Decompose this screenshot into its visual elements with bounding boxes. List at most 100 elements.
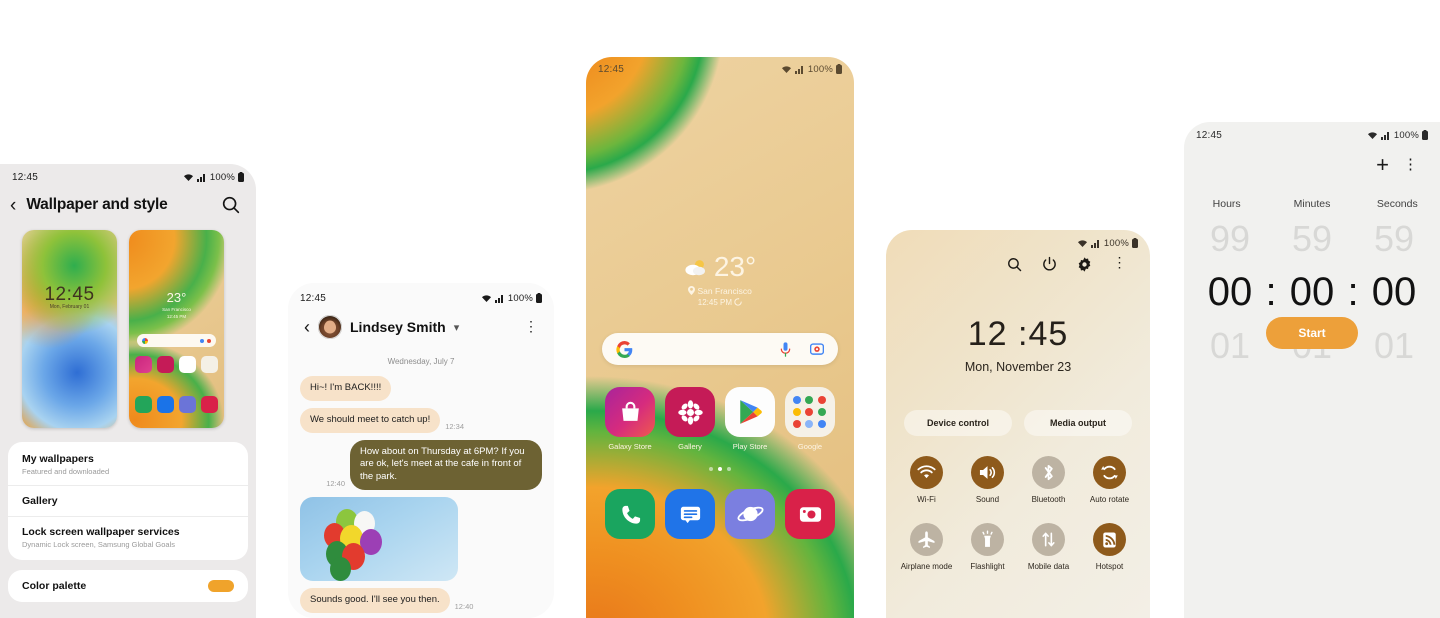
app-label: Gallery [678, 442, 702, 451]
page-dot[interactable] [727, 467, 731, 471]
selected-hours[interactable]: 00 [1196, 270, 1264, 315]
toggle-airplane-mode[interactable]: Airplane mode [899, 523, 955, 572]
lock-screen-preview[interactable]: 12:45 Mon, February 01 [22, 230, 117, 428]
preview-temp: 23° [166, 290, 187, 305]
message-bubble-outgoing[interactable]: How about on Thursday at 6PM? If you are… [350, 439, 542, 491]
message-bubble-incoming[interactable]: Hi~! I'm BACK!!!! [300, 376, 392, 401]
status-indicators: 100% [1077, 238, 1138, 249]
list-item-my-wallpapers[interactable]: My wallpapers Featured and downloaded [8, 444, 248, 485]
list-item-color-palette[interactable]: Color palette [8, 570, 248, 602]
weather-temperature-row: 23° [586, 251, 854, 283]
ghost-hours: 99 [1209, 218, 1251, 259]
toggle-label: Flashlight [970, 562, 1005, 571]
status-indicators: 100% [183, 172, 244, 183]
microphone-icon[interactable] [779, 341, 792, 357]
selected-seconds[interactable]: 00 [1360, 270, 1428, 315]
panel-home-screen: 12:45 100% 23° San Francisco 12:45 PM Ga… [586, 57, 854, 618]
samsung-internet-icon [725, 489, 775, 539]
wifi-icon [1077, 239, 1087, 247]
settings-gear-icon[interactable] [1076, 256, 1093, 273]
media-output-button[interactable]: Media output [1024, 410, 1132, 436]
play-store-icon [725, 387, 775, 437]
plus-icon[interactable]: + [1376, 154, 1389, 176]
hotspot-icon [1093, 523, 1126, 556]
message-timestamp: 12:40 [326, 479, 345, 489]
bluetooth-icon [1032, 456, 1065, 489]
page-dot-active[interactable] [718, 467, 722, 471]
avatar[interactable] [318, 315, 342, 339]
power-icon[interactable] [1041, 256, 1058, 273]
app-bar: ‹ Wallpaper and style [0, 186, 256, 226]
status-bar: 12:45 100% [288, 283, 554, 307]
ghost-seconds: 59 [1373, 218, 1415, 259]
battery-percent: 100% [1393, 129, 1419, 141]
search-icon[interactable] [1006, 256, 1023, 273]
status-indicators: 100% [481, 293, 542, 304]
search-icon[interactable] [220, 194, 242, 216]
timer-selected-row[interactable]: 00 : 00 : 00 [1184, 270, 1440, 315]
start-button[interactable]: Start [1266, 317, 1358, 349]
app-play-store[interactable]: Play Store [724, 387, 776, 451]
toggle-mobile-data[interactable]: Mobile data [1021, 523, 1077, 572]
timer-picker[interactable]: 99 59 59 00 : 00 : 00 01 01 01 Start [1184, 218, 1440, 367]
app-grid: Galaxy Store Gallery Play Store Google [586, 365, 854, 451]
page-dot[interactable] [709, 467, 713, 471]
status-time: 12:45 [12, 171, 39, 183]
app-gallery[interactable]: Gallery [664, 387, 716, 451]
preview-search-bar [137, 334, 216, 347]
airplane-icon [910, 523, 943, 556]
preview-app-row [135, 356, 218, 373]
dock-messages[interactable] [664, 489, 716, 539]
preview-city: San Francisco [162, 307, 191, 312]
message-bubble-incoming[interactable]: We should meet to catch up! [300, 407, 441, 433]
quick-toggle-row-1: Wi-Fi Sound Bluetooth Auto rotate [886, 456, 1150, 505]
google-folder-icon [201, 356, 218, 373]
weather-widget[interactable]: 23° San Francisco 12:45 PM [586, 251, 854, 307]
google-g-icon[interactable] [616, 340, 633, 358]
galaxy-store-icon [135, 356, 152, 373]
back-chevron-icon[interactable]: ‹ [10, 196, 16, 215]
toggle-label: Airplane mode [900, 562, 953, 571]
flashlight-icon [971, 523, 1004, 556]
separator-1: : [1265, 270, 1277, 314]
more-options-icon[interactable]: ⋮ [1111, 255, 1128, 273]
google-search-bar[interactable] [602, 333, 838, 365]
signal-icon [1380, 131, 1389, 140]
color-palette-chip [208, 580, 234, 592]
list-item-gallery[interactable]: Gallery [8, 485, 248, 516]
dock-camera[interactable] [784, 489, 836, 539]
toggle-label: Sound [975, 495, 1000, 504]
toggle-sound[interactable]: Sound [960, 456, 1016, 505]
chevron-down-icon[interactable]: ▾ [454, 321, 460, 334]
toggle-auto-rotate[interactable]: Auto rotate [1082, 456, 1138, 505]
message-row: 12:40 How about on Thursday at 6PM? If y… [300, 439, 542, 491]
app-label: Galaxy Store [608, 442, 652, 451]
app-galaxy-store[interactable]: Galaxy Store [604, 387, 656, 451]
battery-percent: 100% [1103, 237, 1129, 249]
camera-icon [785, 489, 835, 539]
signal-icon [196, 173, 205, 182]
list-item-subtitle: Dynamic Lock screen, Samsung Global Goal… [22, 540, 175, 549]
home-screen-preview[interactable]: 23° San Francisco 12:45 PM [129, 230, 224, 428]
toggle-hotspot[interactable]: Hotspot [1082, 523, 1138, 572]
status-indicators: 100% [1367, 130, 1428, 141]
message-bubble-incoming[interactable]: Sounds good. I'll see you then. [300, 588, 450, 613]
device-control-button[interactable]: Device control [904, 410, 1012, 436]
selected-minutes[interactable]: 00 [1278, 270, 1346, 315]
message-image-balloons[interactable] [300, 497, 458, 582]
dock-phone[interactable] [604, 489, 656, 539]
toggle-bluetooth[interactable]: Bluetooth [1021, 456, 1077, 505]
more-options-icon[interactable]: ⋮ [1403, 157, 1418, 172]
toggle-flashlight[interactable]: Flashlight [960, 523, 1016, 572]
app-folder-google[interactable]: Google [784, 387, 836, 451]
dock-internet[interactable] [724, 489, 776, 539]
battery-percent: 100% [209, 171, 235, 183]
toggle-label: Auto rotate [1089, 495, 1130, 504]
back-chevron-icon[interactable]: ‹ [304, 317, 310, 338]
battery-icon [1132, 238, 1138, 248]
google-lens-icon[interactable] [810, 342, 824, 356]
toggle-label: Wi-Fi [917, 495, 936, 504]
more-options-icon[interactable]: ⋮ [524, 319, 538, 333]
toggle-wifi[interactable]: Wi-Fi [899, 456, 955, 505]
list-item-lock-screen-services[interactable]: Lock screen wallpaper services Dynamic L… [8, 516, 248, 558]
